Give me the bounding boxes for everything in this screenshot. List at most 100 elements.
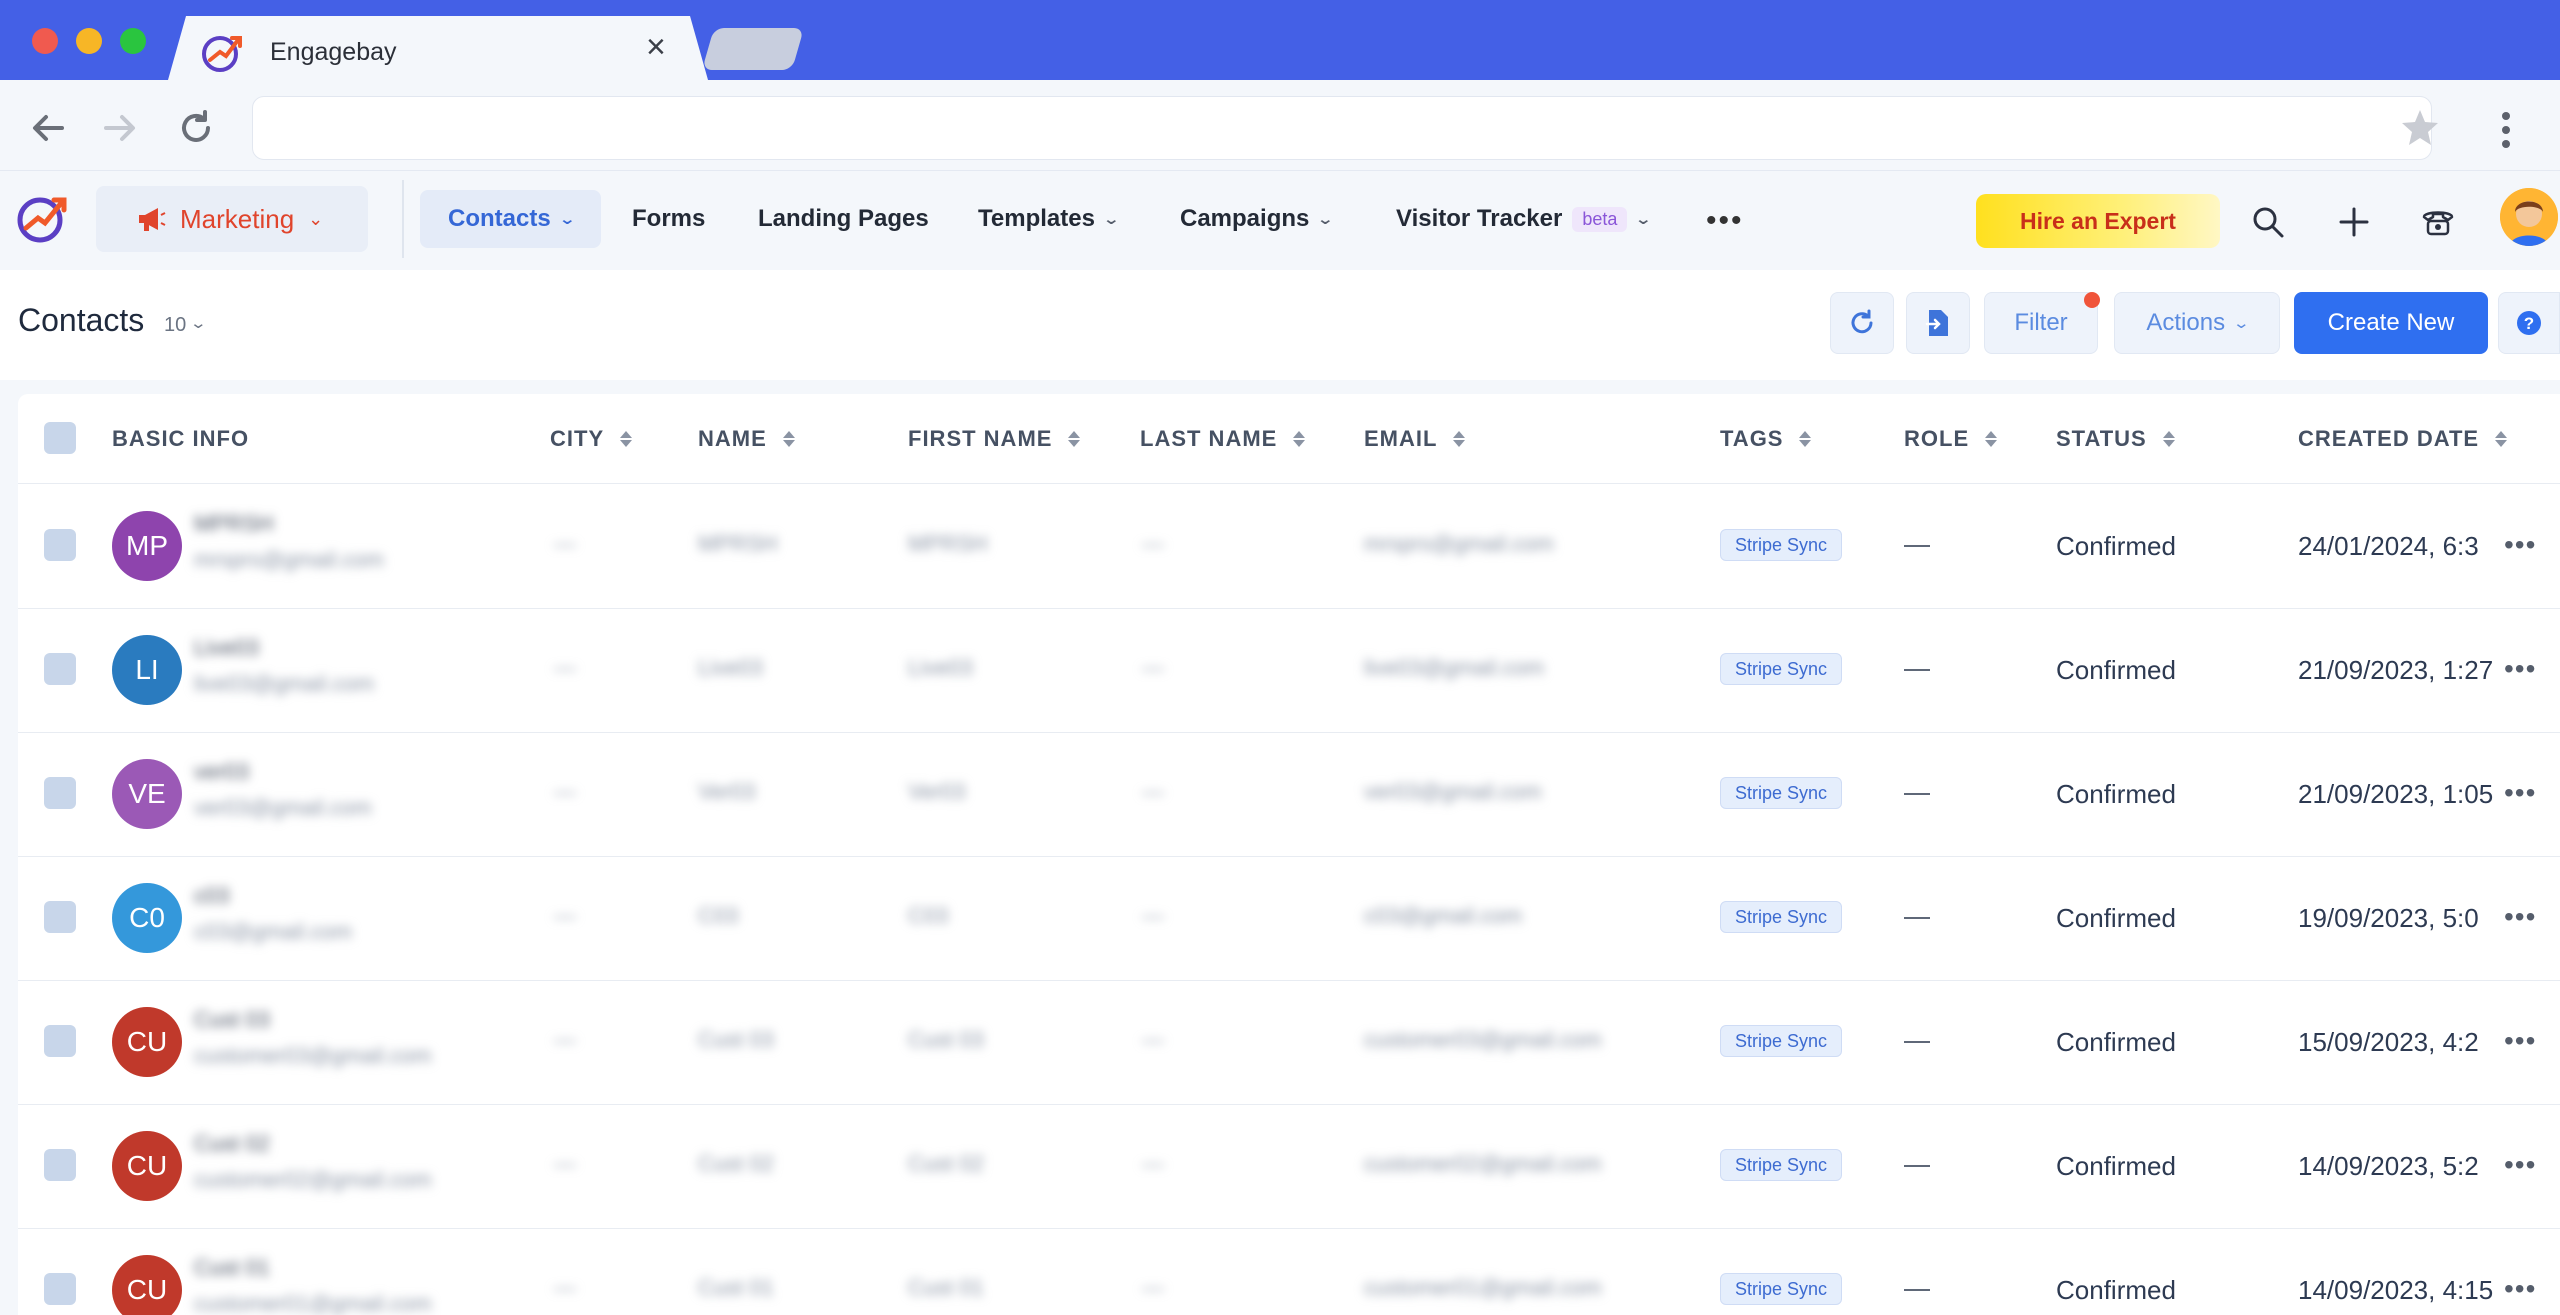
maximize-window-button[interactable] xyxy=(120,28,146,54)
chevron-down-icon: ⌄ xyxy=(308,208,324,229)
table-row[interactable]: CU Cust 01 customer01@gmail.com — Cust 01 Cus… xyxy=(18,1229,2560,1315)
column-first-name[interactable]: FIRST NAME xyxy=(908,426,1081,452)
contact-avatar[interactable]: C0 xyxy=(112,883,182,953)
table-row[interactable]: C0 c03 c03@gmail.com — C03 C03 — c03@gmail.com S… xyxy=(18,857,2560,981)
close-window-button[interactable] xyxy=(32,28,58,54)
role-empty xyxy=(1904,669,1930,671)
select-all-checkbox[interactable] xyxy=(44,422,76,454)
plus-icon[interactable] xyxy=(2332,200,2376,244)
chevron-down-icon[interactable]: ⌄ xyxy=(189,314,207,332)
contact-name[interactable]: MPRSH xyxy=(194,511,273,537)
table-row[interactable]: CU Cust 02 customer02@gmail.com — Cust 02 Cus… xyxy=(18,1105,2560,1229)
contact-avatar[interactable]: LI xyxy=(112,635,182,705)
column-tags[interactable]: TAGS xyxy=(1720,426,1812,452)
column-role[interactable]: ROLE xyxy=(1904,426,1998,452)
contact-avatar[interactable]: CU xyxy=(112,1255,182,1315)
table-row[interactable]: MP MPRSH mrsprs@gmail.com — MPRSH MPRSH — mrspr… xyxy=(18,485,2560,609)
browser-tab-active[interactable] xyxy=(168,16,708,80)
nav-visitor-tracker[interactable]: Visitor Tracker beta ⌄ xyxy=(1396,190,1652,248)
sort-icon[interactable] xyxy=(1293,431,1306,447)
user-avatar[interactable] xyxy=(2500,188,2558,246)
contact-name[interactable]: Cust 02 xyxy=(194,1131,270,1157)
column-name[interactable]: NAME xyxy=(698,426,795,452)
tag-badge[interactable]: Stripe Sync xyxy=(1720,1025,1843,1057)
contact-name[interactable]: ver03 xyxy=(194,759,249,785)
row-checkbox[interactable] xyxy=(44,529,76,561)
back-arrow-icon[interactable] xyxy=(24,104,72,152)
nav-forms[interactable]: Forms xyxy=(632,190,705,248)
sort-icon[interactable] xyxy=(1985,431,1998,447)
table-row[interactable]: CU Cust 03 customer03@gmail.com — Cust 03 Cus… xyxy=(18,981,2560,1105)
row-more-icon[interactable]: ••• xyxy=(2504,1273,2536,1305)
contact-avatar[interactable]: MP xyxy=(112,511,182,581)
contact-name[interactable]: Cust 03 xyxy=(194,1007,270,1033)
module-switcher[interactable]: Marketing ⌄ xyxy=(96,186,368,252)
tag-badge[interactable]: Stripe Sync xyxy=(1720,1273,1843,1305)
contact-name[interactable]: Live03 xyxy=(194,635,259,661)
reload-icon[interactable] xyxy=(172,104,220,152)
contact-name[interactable]: Cust 01 xyxy=(194,1255,270,1281)
row-checkbox[interactable] xyxy=(44,901,76,933)
table-row[interactable]: LI Live03 live03@gmail.com — Live03 Live03 — li… xyxy=(18,609,2560,733)
actions-button[interactable]: Actions ⌄ xyxy=(2114,292,2280,354)
row-more-icon[interactable]: ••• xyxy=(2504,1025,2536,1057)
row-checkbox[interactable] xyxy=(44,777,76,809)
nav-contacts[interactable]: Contacts ⌄ xyxy=(420,190,602,248)
import-button[interactable] xyxy=(1906,292,1970,354)
forward-arrow-icon[interactable] xyxy=(96,104,144,152)
tag-badge[interactable]: Stripe Sync xyxy=(1720,653,1843,685)
column-city[interactable]: CITY xyxy=(550,426,633,452)
row-checkbox[interactable] xyxy=(44,1273,76,1305)
app-logo-icon[interactable] xyxy=(14,190,70,246)
more-menu-icon[interactable]: ••• xyxy=(1706,204,1744,238)
sort-icon[interactable] xyxy=(620,431,633,447)
nav-landing-pages[interactable]: Landing Pages xyxy=(758,190,929,248)
column-created-date[interactable]: CREATED DATE xyxy=(2298,426,2508,452)
nav-templates[interactable]: Templates ⌄ xyxy=(978,190,1120,248)
row-more-icon[interactable]: ••• xyxy=(2504,653,2536,685)
tag-badge[interactable]: Stripe Sync xyxy=(1720,777,1843,809)
contact-avatar[interactable]: CU xyxy=(112,1007,182,1077)
row-checkbox[interactable] xyxy=(44,653,76,685)
row-checkbox[interactable] xyxy=(44,1025,76,1057)
tag-badge[interactable]: Stripe Sync xyxy=(1720,529,1843,561)
table-row[interactable]: VE ver03 ver03@gmail.com — Ver03 Ver03 — ver03@… xyxy=(18,733,2560,857)
tab-close-icon[interactable]: × xyxy=(646,30,666,64)
contact-avatar[interactable]: VE xyxy=(112,759,182,829)
hire-expert-button[interactable]: Hire an Expert xyxy=(1976,194,2220,248)
refresh-button[interactable] xyxy=(1830,292,1894,354)
filter-label: Filter xyxy=(2014,309,2068,336)
search-icon[interactable] xyxy=(2246,200,2290,244)
created-date-cell: 24/01/2024, 6:3 xyxy=(2298,531,2479,561)
row-more-icon[interactable]: ••• xyxy=(2504,777,2536,809)
row-more-icon[interactable]: ••• xyxy=(2504,901,2536,933)
tag-badge[interactable]: Stripe Sync xyxy=(1720,1149,1843,1181)
sort-icon[interactable] xyxy=(1453,431,1466,447)
row-more-icon[interactable]: ••• xyxy=(2504,1149,2536,1181)
contact-avatar[interactable]: CU xyxy=(112,1131,182,1201)
column-status[interactable]: STATUS xyxy=(2056,426,2175,452)
minimize-window-button[interactable] xyxy=(76,28,102,54)
row-checkbox[interactable] xyxy=(44,1149,76,1181)
row-more-icon[interactable]: ••• xyxy=(2504,529,2536,561)
create-new-button[interactable]: Create New xyxy=(2294,292,2488,354)
column-last-name[interactable]: LAST NAME xyxy=(1140,426,1306,452)
sort-icon[interactable] xyxy=(1799,431,1812,447)
help-button[interactable]: ? xyxy=(2498,292,2560,354)
new-tab-button[interactable] xyxy=(701,28,805,70)
sort-icon[interactable] xyxy=(1068,431,1081,447)
status-cell: Confirmed xyxy=(2056,1151,2176,1181)
bookmark-star-icon[interactable] xyxy=(2398,106,2442,150)
filter-button[interactable]: Filter xyxy=(1984,292,2098,354)
browser-menu-icon[interactable] xyxy=(2496,108,2516,152)
address-bar[interactable] xyxy=(252,96,2432,160)
contact-count[interactable]: 10 xyxy=(164,314,186,337)
column-email[interactable]: EMAIL xyxy=(1364,426,1466,452)
sort-icon[interactable] xyxy=(782,431,795,447)
tag-badge[interactable]: Stripe Sync xyxy=(1720,901,1843,933)
phone-icon[interactable] xyxy=(2416,200,2460,244)
sort-icon[interactable] xyxy=(2162,431,2175,447)
nav-campaigns[interactable]: Campaigns ⌄ xyxy=(1180,190,1334,248)
contact-name[interactable]: c03 xyxy=(194,883,229,909)
sort-icon[interactable] xyxy=(2495,431,2508,447)
